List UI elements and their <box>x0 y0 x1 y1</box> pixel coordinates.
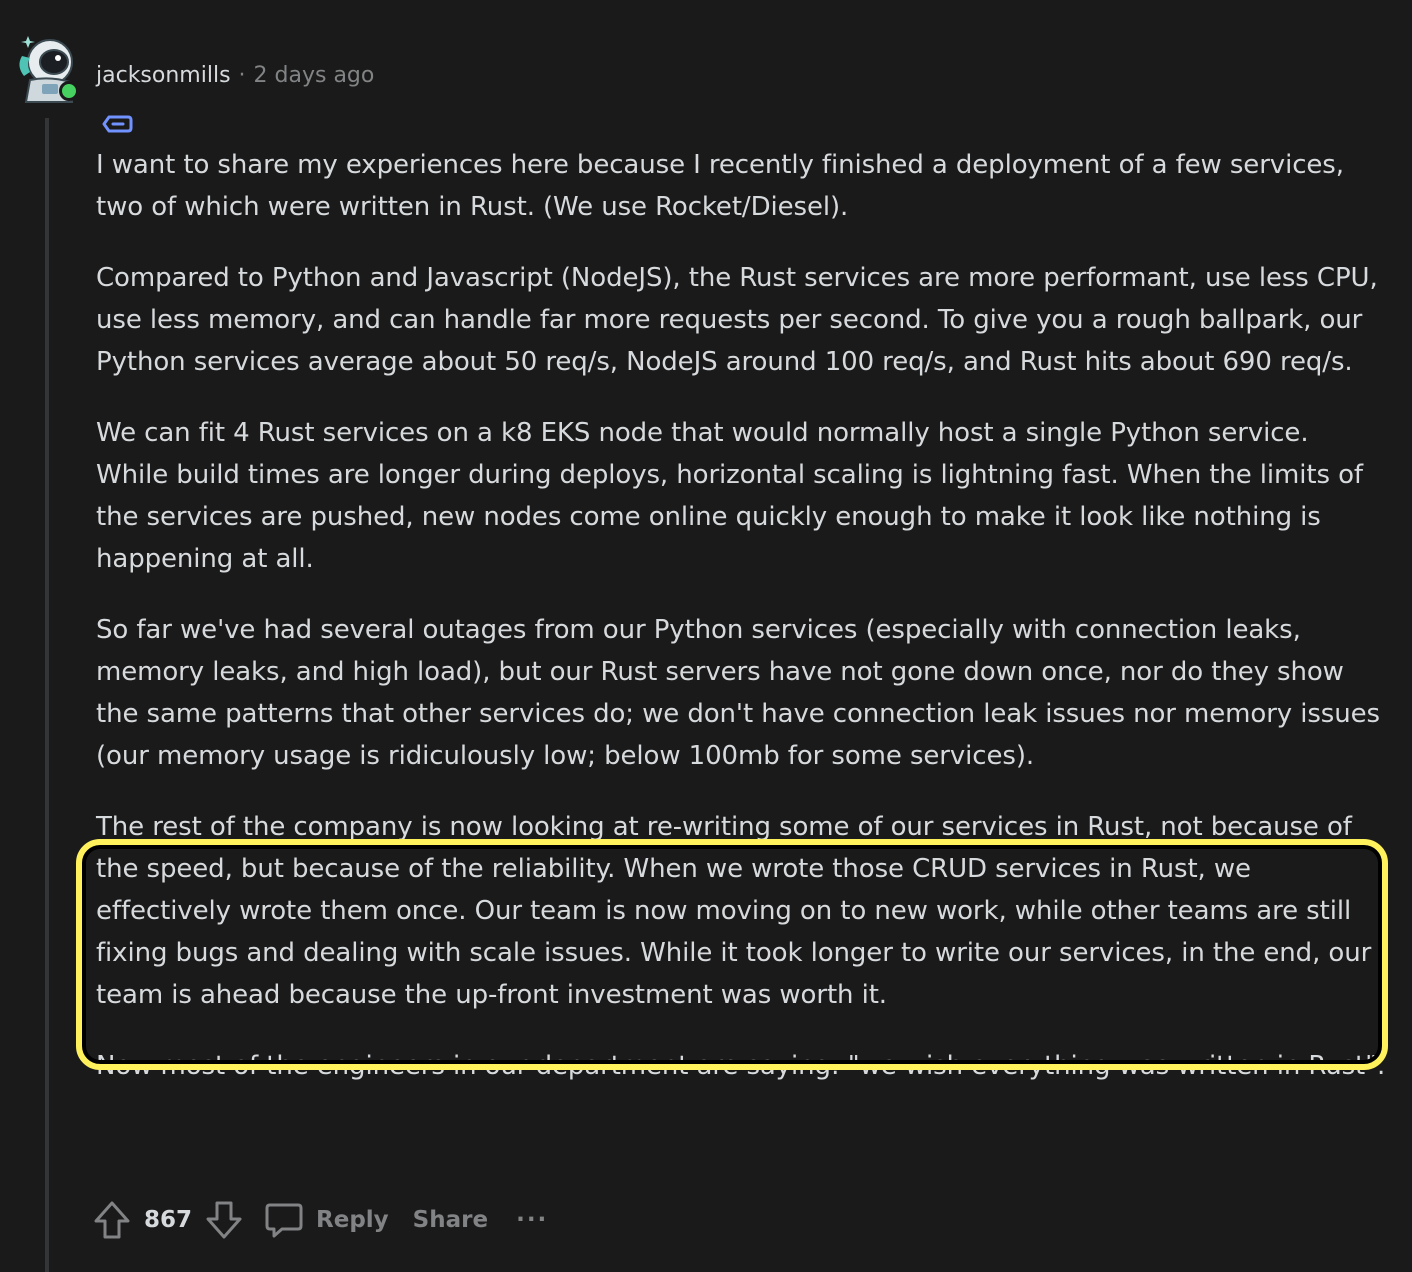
highlighted-paragraph: The rest of the company is now looking a… <box>96 812 1372 1010</box>
upvote-arrow-icon <box>94 1201 130 1239</box>
downvote-button[interactable] <box>204 1198 244 1242</box>
tag-icon <box>101 112 135 136</box>
thread-line[interactable] <box>45 118 49 1272</box>
reply-button[interactable]: Reply <box>264 1200 389 1240</box>
upvote-button[interactable] <box>92 1198 132 1242</box>
speech-bubble-icon <box>265 1203 303 1238</box>
comment-action-bar: 867 Reply Share ··· <box>92 1196 548 1244</box>
timestamp[interactable]: 2 days ago <box>254 63 375 88</box>
downvote-arrow-icon <box>206 1201 242 1239</box>
meta-separator: · <box>238 62 246 88</box>
comment-paragraph: We can fit 4 Rust services on a k8 EKS n… <box>96 418 1363 574</box>
vote-score: 867 <box>144 1207 193 1233</box>
comment-body: I want to share my experiences here beca… <box>96 144 1386 1087</box>
comment-meta: jacksonmills · 2 days ago <box>96 58 374 92</box>
comment-paragraph: I want to share my experiences here beca… <box>96 150 1344 222</box>
comment-paragraph: Compared to Python and Javascript (NodeJ… <box>96 263 1378 377</box>
reply-label: Reply <box>316 1207 389 1233</box>
ellipsis-icon: ··· <box>516 1207 549 1233</box>
comment-paragraph: Now most of the engineers in our departm… <box>96 1051 1386 1081</box>
online-status-indicator <box>59 81 79 101</box>
more-options-button[interactable]: ··· <box>516 1207 548 1233</box>
username-link[interactable]: jacksonmills <box>96 63 231 88</box>
avatar[interactable] <box>14 32 82 104</box>
share-button[interactable]: Share <box>413 1207 488 1233</box>
comment-paragraph: So far we've had several outages from ou… <box>96 615 1380 771</box>
